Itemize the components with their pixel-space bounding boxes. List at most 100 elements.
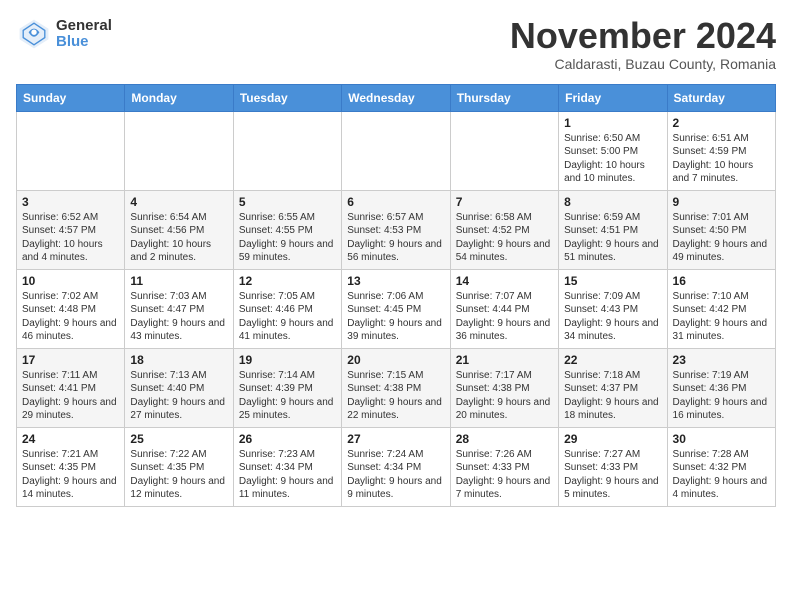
- day-info: Sunrise: 7:10 AM Sunset: 4:42 PM Dayligh…: [673, 290, 770, 344]
- calendar-cell: 6 Sunrise: 6:57 AM Sunset: 4:53 PM Daylig…: [342, 190, 450, 269]
- calendar-cell: [125, 111, 233, 190]
- calendar-cell: 3Sunrise: 6:52 AM Sunset: 4:57 PM Daylig…: [17, 190, 125, 269]
- day-number: 24: [22, 432, 119, 446]
- weekday-header-sunday: Sunday: [17, 84, 125, 111]
- day-info: Sunrise: 7:13 AM Sunset: 4:40 PM Dayligh…: [130, 369, 227, 423]
- calendar-cell: 7Sunrise: 6:58 AM Sunset: 4:52 PM Daylig…: [450, 190, 558, 269]
- calendar-cell: 28Sunrise: 7:26 AM Sunset: 4:33 PM Dayli…: [450, 427, 558, 506]
- calendar-week-3: 10 Sunrise: 7:02 AM Sunset: 4:48 PM Dayli…: [17, 269, 776, 348]
- day-number: 6: [347, 195, 444, 209]
- calendar-cell: 10 Sunrise: 7:02 AM Sunset: 4:48 PM Dayli…: [17, 269, 125, 348]
- weekday-header-wednesday: Wednesday: [342, 84, 450, 111]
- calendar-cell: 29 Sunrise: 7:27 AM Sunset: 4:33 PM Dayli…: [559, 427, 667, 506]
- calendar-cell: 30Sunrise: 7:28 AM Sunset: 4:32 PM Dayli…: [667, 427, 775, 506]
- day-info: Sunrise: 7:02 AM Sunset: 4:48 PM Dayligh…: [22, 290, 119, 344]
- logo-blue-text: Blue: [56, 34, 112, 51]
- day-number: 9: [673, 195, 770, 209]
- day-number: 4: [130, 195, 227, 209]
- day-number: 21: [456, 353, 553, 367]
- calendar-cell: 19Sunrise: 7:14 AM Sunset: 4:39 PM Dayli…: [233, 348, 341, 427]
- day-number: 28: [456, 432, 553, 446]
- calendar-cell: 14 Sunrise: 7:07 AM Sunset: 4:44 PM Dayli…: [450, 269, 558, 348]
- calendar-week-4: 17 Sunrise: 7:11 AM Sunset: 4:41 PM Dayli…: [17, 348, 776, 427]
- calendar-cell: 9Sunrise: 7:01 AM Sunset: 4:50 PM Daylig…: [667, 190, 775, 269]
- weekday-header-thursday: Thursday: [450, 84, 558, 111]
- location: Caldarasti, Buzau County, Romania: [510, 56, 776, 72]
- calendar-cell: 12Sunrise: 7:05 AM Sunset: 4:46 PM Dayli…: [233, 269, 341, 348]
- day-info: Sunrise: 7:14 AM Sunset: 4:39 PM Dayligh…: [239, 369, 336, 423]
- calendar-cell: 23Sunrise: 7:19 AM Sunset: 4:36 PM Dayli…: [667, 348, 775, 427]
- logo-general-text: General: [56, 18, 112, 35]
- day-number: 17: [22, 353, 119, 367]
- calendar-cell: 17 Sunrise: 7:11 AM Sunset: 4:41 PM Dayli…: [17, 348, 125, 427]
- day-number: 20: [347, 353, 444, 367]
- calendar-cell: 4 Sunrise: 6:54 AM Sunset: 4:56 PM Daylig…: [125, 190, 233, 269]
- day-number: 18: [130, 353, 227, 367]
- logo: General Blue: [16, 16, 112, 52]
- weekday-header-saturday: Saturday: [667, 84, 775, 111]
- calendar-cell: 22 Sunrise: 7:18 AM Sunset: 4:37 PM Dayli…: [559, 348, 667, 427]
- day-number: 12: [239, 274, 336, 288]
- day-number: 15: [564, 274, 661, 288]
- day-number: 11: [130, 274, 227, 288]
- calendar-cell: [342, 111, 450, 190]
- calendar-cell: 13 Sunrise: 7:06 AM Sunset: 4:45 PM Dayli…: [342, 269, 450, 348]
- calendar-week-5: 24 Sunrise: 7:21 AM Sunset: 4:35 PM Dayli…: [17, 427, 776, 506]
- calendar-cell: 18 Sunrise: 7:13 AM Sunset: 4:40 PM Dayli…: [125, 348, 233, 427]
- day-number: 10: [22, 274, 119, 288]
- calendar-cell: 24 Sunrise: 7:21 AM Sunset: 4:35 PM Dayli…: [17, 427, 125, 506]
- day-info: Sunrise: 6:50 AM Sunset: 5:00 PM Dayligh…: [564, 132, 661, 186]
- day-info: Sunrise: 7:11 AM Sunset: 4:41 PM Dayligh…: [22, 369, 119, 423]
- calendar-cell: 8Sunrise: 6:59 AM Sunset: 4:51 PM Daylig…: [559, 190, 667, 269]
- weekday-header-tuesday: Tuesday: [233, 84, 341, 111]
- calendar-cell: 16Sunrise: 7:10 AM Sunset: 4:42 PM Dayli…: [667, 269, 775, 348]
- day-number: 2: [673, 116, 770, 130]
- day-info: Sunrise: 7:28 AM Sunset: 4:32 PM Dayligh…: [673, 448, 770, 502]
- day-info: Sunrise: 7:06 AM Sunset: 4:45 PM Dayligh…: [347, 290, 444, 344]
- weekday-header-friday: Friday: [559, 84, 667, 111]
- day-number: 29: [564, 432, 661, 446]
- calendar-cell: 1 Sunrise: 6:50 AM Sunset: 5:00 PM Daylig…: [559, 111, 667, 190]
- day-number: 14: [456, 274, 553, 288]
- calendar-cell: [233, 111, 341, 190]
- day-info: Sunrise: 7:18 AM Sunset: 4:37 PM Dayligh…: [564, 369, 661, 423]
- day-info: Sunrise: 6:59 AM Sunset: 4:51 PM Dayligh…: [564, 211, 661, 265]
- day-number: 13: [347, 274, 444, 288]
- calendar-cell: 25 Sunrise: 7:22 AM Sunset: 4:35 PM Dayli…: [125, 427, 233, 506]
- calendar-cell: 11 Sunrise: 7:03 AM Sunset: 4:47 PM Dayli…: [125, 269, 233, 348]
- day-info: Sunrise: 7:22 AM Sunset: 4:35 PM Dayligh…: [130, 448, 227, 502]
- day-number: 27: [347, 432, 444, 446]
- day-number: 26: [239, 432, 336, 446]
- day-info: Sunrise: 7:03 AM Sunset: 4:47 PM Dayligh…: [130, 290, 227, 344]
- day-info: Sunrise: 7:15 AM Sunset: 4:38 PM Dayligh…: [347, 369, 444, 423]
- logo-icon: [16, 16, 52, 52]
- day-info: Sunrise: 6:55 AM Sunset: 4:55 PM Dayligh…: [239, 211, 336, 265]
- calendar-cell: [450, 111, 558, 190]
- day-info: Sunrise: 7:21 AM Sunset: 4:35 PM Dayligh…: [22, 448, 119, 502]
- day-info: Sunrise: 6:57 AM Sunset: 4:53 PM Dayligh…: [347, 211, 444, 265]
- day-number: 22: [564, 353, 661, 367]
- weekday-header-monday: Monday: [125, 84, 233, 111]
- day-number: 7: [456, 195, 553, 209]
- calendar-cell: 26 Sunrise: 7:23 AM Sunset: 4:34 PM Dayli…: [233, 427, 341, 506]
- day-number: 23: [673, 353, 770, 367]
- logo-text: General Blue: [56, 18, 112, 51]
- day-info: Sunrise: 7:24 AM Sunset: 4:34 PM Dayligh…: [347, 448, 444, 502]
- day-info: Sunrise: 7:27 AM Sunset: 4:33 PM Dayligh…: [564, 448, 661, 502]
- calendar-cell: 15Sunrise: 7:09 AM Sunset: 4:43 PM Dayli…: [559, 269, 667, 348]
- weekday-header-row: SundayMondayTuesdayWednesdayThursdayFrid…: [17, 84, 776, 111]
- calendar-cell: 20 Sunrise: 7:15 AM Sunset: 4:38 PM Dayli…: [342, 348, 450, 427]
- day-info: Sunrise: 7:17 AM Sunset: 4:38 PM Dayligh…: [456, 369, 553, 423]
- calendar-cell: 27 Sunrise: 7:24 AM Sunset: 4:34 PM Dayli…: [342, 427, 450, 506]
- day-number: 3: [22, 195, 119, 209]
- calendar-table: SundayMondayTuesdayWednesdayThursdayFrid…: [16, 84, 776, 507]
- calendar-cell: 5Sunrise: 6:55 AM Sunset: 4:55 PM Daylig…: [233, 190, 341, 269]
- day-number: 25: [130, 432, 227, 446]
- day-info: Sunrise: 7:23 AM Sunset: 4:34 PM Dayligh…: [239, 448, 336, 502]
- day-info: Sunrise: 6:54 AM Sunset: 4:56 PM Dayligh…: [130, 211, 227, 265]
- day-info: Sunrise: 6:51 AM Sunset: 4:59 PM Dayligh…: [673, 132, 770, 186]
- page-header: General Blue November 2024 Caldarasti, B…: [16, 16, 776, 72]
- day-number: 1: [564, 116, 661, 130]
- month-title: November 2024: [510, 16, 776, 56]
- day-info: Sunrise: 7:07 AM Sunset: 4:44 PM Dayligh…: [456, 290, 553, 344]
